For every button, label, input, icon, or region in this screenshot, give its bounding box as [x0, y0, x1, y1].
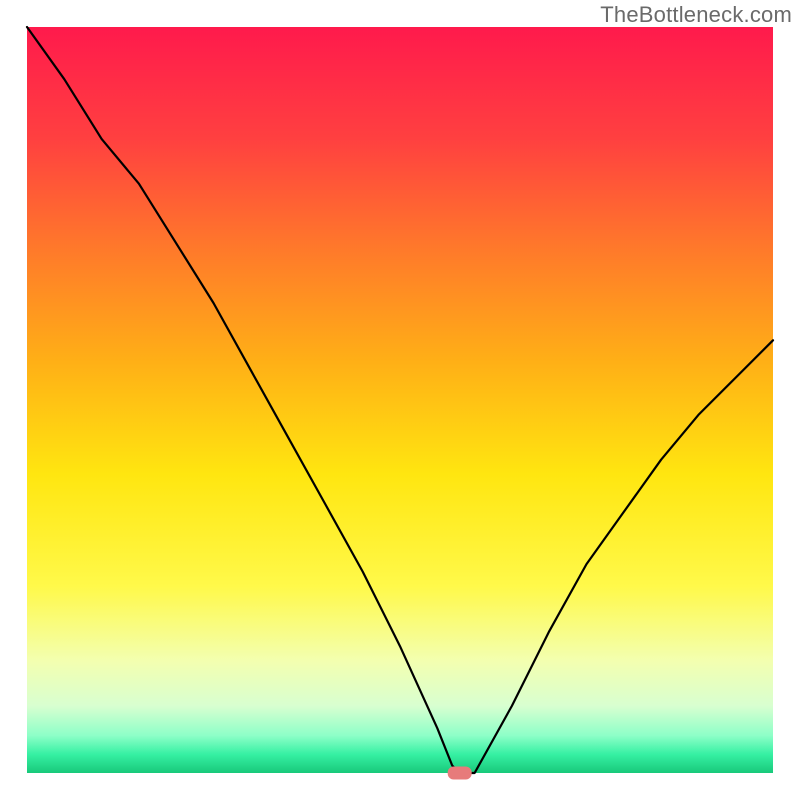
bottleneck-chart [0, 0, 800, 800]
chart-container: TheBottleneck.com [0, 0, 800, 800]
watermark-text: TheBottleneck.com [600, 2, 792, 28]
plot-background [27, 27, 773, 773]
optimal-point-marker [448, 767, 472, 780]
